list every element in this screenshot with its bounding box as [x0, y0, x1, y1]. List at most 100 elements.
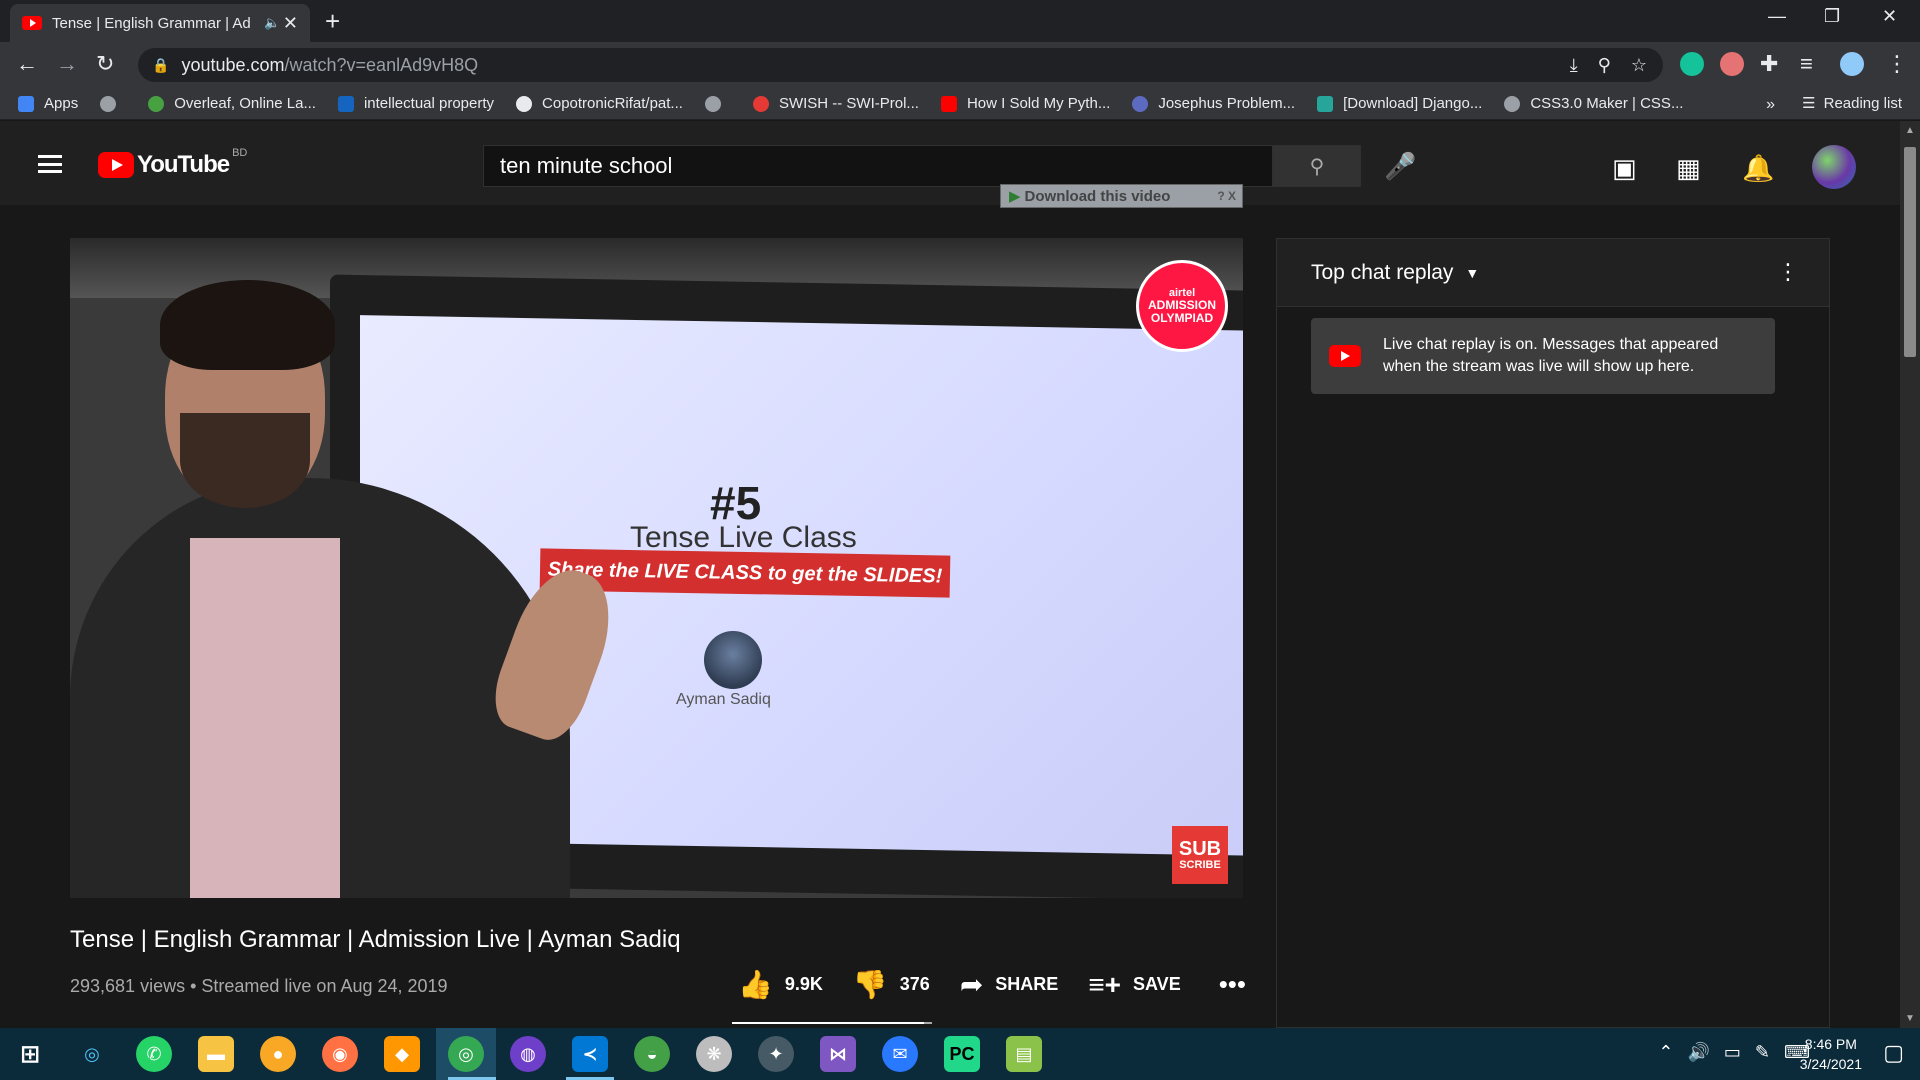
bookmark-intellectual-property[interactable]: intellectual property — [337, 95, 494, 112]
bookmark-label: Josephus Problem... — [1158, 95, 1296, 112]
whatsapp-icon[interactable]: ✆ — [136, 1036, 172, 1072]
bookmark-apps[interactable]: Apps — [18, 95, 78, 112]
download-video-bar[interactable]: ▶ Download this video ? X — [1000, 184, 1243, 208]
apps-grid-icon[interactable]: ▦ — [1676, 153, 1701, 184]
bookmark-django[interactable]: [Download] Django... — [1317, 95, 1482, 112]
badge-text: ADMISSION OLYMPIAD — [1147, 298, 1216, 325]
video-actions: 👍 9.9K 👎 376 ➦ SHARE ≡+ SAVE ••• — [738, 968, 1246, 1001]
grammarly-extension-icon[interactable] — [1680, 52, 1704, 76]
youtube-logo[interactable]: YouTube BD — [98, 147, 247, 179]
reading-list-button[interactable]: ☰ Reading list — [1802, 94, 1902, 113]
volume-icon[interactable]: 🔊 — [1687, 1042, 1709, 1063]
tab-title: Tense | English Grammar | Ad — [52, 14, 251, 32]
slide-name: Ayman Sadiq — [676, 691, 771, 708]
account-avatar[interactable] — [1812, 145, 1856, 189]
bookmark-css-maker[interactable]: CSS3.0 Maker | CSS... — [1504, 95, 1683, 112]
close-tab-icon[interactable]: ✕ — [283, 13, 298, 34]
video-player[interactable]: #5 Tense Live Class Share the LIVE CLASS… — [70, 238, 1243, 898]
more-bookmarks-button[interactable]: » — [1766, 96, 1775, 114]
bookmark-youtube[interactable]: How I Sold My Pyth... — [940, 95, 1110, 112]
slide-avatar — [704, 631, 762, 689]
chrome-menu-icon[interactable]: ⋮ — [1886, 51, 1908, 77]
download-bar-help-close[interactable]: ? X — [1217, 189, 1242, 203]
github-desktop-icon[interactable]: ◍ — [510, 1036, 546, 1072]
pycharm-icon[interactable]: PC — [944, 1036, 980, 1072]
file-explorer-icon[interactable]: ▬ — [198, 1036, 234, 1072]
bookmark-swish[interactable]: SWISH -- SWI-Prol... — [752, 95, 919, 112]
globe-app-icon[interactable]: ◒ — [634, 1036, 670, 1072]
globe-icon — [100, 95, 117, 112]
close-window-icon[interactable]: ✕ — [1882, 6, 1897, 27]
bookmark-label: CSS3.0 Maker | CSS... — [1530, 95, 1684, 112]
youtube-favicon-icon — [22, 16, 42, 30]
security-app-icon[interactable]: ● — [260, 1036, 296, 1072]
download-label: Download this video — [1024, 187, 1171, 205]
chat-mode-dropdown[interactable]: Top chat replay — [1311, 261, 1453, 285]
bookmark-josephus[interactable]: Josephus Problem... — [1132, 95, 1295, 112]
extensions-puzzle-icon[interactable]: ✚ — [1760, 51, 1778, 77]
search-button[interactable]: ⚲ — [1273, 145, 1361, 187]
scroll-down-icon[interactable]: ▼ — [1905, 1013, 1915, 1024]
address-bar[interactable]: 🔒 youtube.com /watch?v=eanlAd9vH8Q ⤓ ⚲ ☆ — [138, 48, 1663, 82]
network-icon[interactable]: ▭ — [1724, 1042, 1741, 1063]
minimize-icon[interactable]: — — [1768, 6, 1786, 27]
chevron-up-icon[interactable]: ⌃ — [1658, 1042, 1673, 1063]
notifications-bell-icon[interactable]: 🔔 — [1742, 153, 1774, 184]
chrome-icon[interactable]: ◎ — [448, 1036, 484, 1072]
presenter-beard — [180, 413, 310, 508]
search-input[interactable]: ten minute school — [483, 145, 1273, 187]
profile-icon[interactable] — [1840, 52, 1864, 76]
paint-app-icon[interactable]: ◆ — [384, 1036, 420, 1072]
guide-menu-icon[interactable] — [38, 155, 62, 173]
create-video-icon[interactable]: ▣ — [1612, 153, 1637, 184]
extension-icon[interactable] — [1720, 52, 1744, 76]
bookmark-overleaf[interactable]: Overleaf, Online La... — [148, 95, 316, 112]
system-clock[interactable]: 8:46 PM 3/24/2021 — [1800, 1034, 1862, 1074]
image-app-icon[interactable]: ▤ — [1006, 1036, 1042, 1072]
chat-replay-notice: Live chat replay is on. Messages that ap… — [1311, 318, 1775, 394]
presenter-shirt — [190, 538, 340, 898]
refresh-app-icon[interactable]: ◎ — [74, 1036, 110, 1072]
media-control-icon[interactable]: ≡ — [1800, 51, 1813, 77]
new-tab-button[interactable]: + — [325, 6, 340, 37]
restore-icon[interactable]: ❐ — [1824, 6, 1840, 27]
pen-icon[interactable]: ✎ — [1755, 1042, 1770, 1063]
youtube-masthead: YouTube BD ten minute school ⚲ 🎤 ▣ ▦ 🔔 — [0, 121, 1900, 205]
scrollbar-thumb[interactable] — [1904, 147, 1916, 357]
forward-icon[interactable]: → — [56, 51, 78, 77]
scroll-up-icon[interactable]: ▲ — [1905, 125, 1915, 136]
visual-studio-icon[interactable]: ⋈ — [820, 1036, 856, 1072]
browser-tab[interactable]: Tense | English Grammar | Ad 🔈 ✕ — [10, 4, 310, 42]
satellite-app-icon[interactable]: ✦ — [758, 1036, 794, 1072]
reload-icon[interactable]: ↻ — [96, 51, 114, 77]
bookmark-globe-2[interactable] — [704, 95, 731, 112]
firefox-icon[interactable]: ◉ — [322, 1036, 358, 1072]
dislike-count: 376 — [899, 974, 930, 994]
bookmark-star-icon[interactable]: ☆ — [1631, 55, 1647, 76]
thumbs-down-icon: 👎 — [852, 969, 888, 1000]
chat-menu-icon[interactable]: ⋮ — [1777, 259, 1799, 285]
share-button[interactable]: ➦ SHARE — [960, 968, 1058, 1001]
install-icon[interactable]: ⤓ — [1570, 55, 1578, 76]
vscode-icon[interactable]: ≺ — [572, 1036, 608, 1072]
live-chat-panel: Top chat replay ▼ ⋮ Live chat replay is … — [1276, 238, 1830, 1028]
microphone-icon[interactable]: 🎤 — [1384, 151, 1416, 182]
dislike-button[interactable]: 👎 376 — [853, 968, 930, 1001]
subscribe-watermark[interactable]: SUB SCRIBE — [1172, 826, 1228, 884]
brain-app-icon[interactable]: ❋ — [696, 1036, 732, 1072]
windows-start-icon[interactable]: ⊞ — [12, 1036, 48, 1072]
speaker-icon[interactable]: 🔈 — [264, 15, 280, 31]
save-button[interactable]: ≡+ SAVE — [1088, 969, 1180, 1001]
more-actions-icon[interactable]: ••• — [1219, 969, 1246, 1000]
back-icon[interactable]: ← — [16, 51, 38, 77]
messenger-icon[interactable]: ✉ — [882, 1036, 918, 1072]
video-meta: 293,681 views • Streamed live on Aug 24,… — [70, 976, 448, 996]
action-center-icon[interactable]: ▢ — [1883, 1040, 1904, 1066]
lock-icon[interactable]: 🔒 — [152, 57, 169, 74]
bookmark-globe[interactable] — [100, 95, 126, 112]
dropdown-caret-icon[interactable]: ▼ — [1465, 265, 1479, 281]
zoom-icon[interactable]: ⚲ — [1598, 55, 1611, 76]
like-button[interactable]: 👍 9.9K — [738, 968, 823, 1001]
bookmark-github[interactable]: CopotronicRifat/pat... — [516, 95, 683, 112]
page-scrollbar[interactable]: ▲ ▼ — [1900, 121, 1920, 1028]
